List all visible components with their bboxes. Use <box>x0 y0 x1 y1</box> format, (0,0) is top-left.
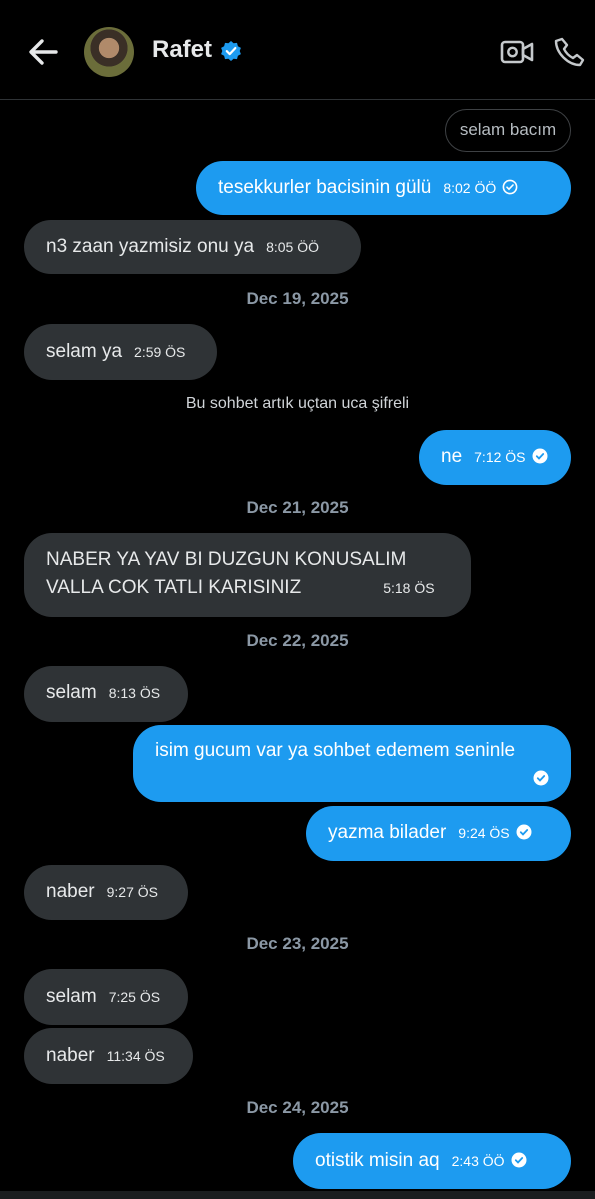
message-bubble-incoming[interactable]: selam 8:13 ÖS <box>24 666 188 722</box>
message-text: naber <box>46 1045 95 1066</box>
contact-name[interactable]: Rafet <box>152 36 212 64</box>
message-text-line: VALLA COK TATLI KARISINIZ <box>46 577 302 598</box>
message-text: selam <box>46 682 97 703</box>
date-separator: Dec 21, 2025 <box>246 498 349 517</box>
message-bubble-incoming[interactable]: selam 7:25 ÖS <box>24 969 188 1025</box>
read-check-icon <box>511 1152 527 1168</box>
message-time: 9:24 ÖS <box>458 825 510 841</box>
message-time: 8:05 ÖÖ <box>266 239 319 255</box>
message-bubble-outgoing[interactable]: isim gucum var ya sohbet edemem seninle <box>133 725 571 802</box>
message-text: naber <box>46 881 95 902</box>
date-separator: Dec 23, 2025 <box>246 934 349 953</box>
message-bubble-outgoing[interactable]: yazma bilader 9:24 ÖS <box>306 806 571 861</box>
message-text: yazma bilader <box>328 822 447 843</box>
sent-check-icon <box>502 179 518 195</box>
read-check-icon <box>533 770 549 786</box>
message-text: selam <box>46 986 97 1007</box>
message-bubble-incoming[interactable]: naber 11:34 ÖS <box>24 1028 193 1084</box>
message-text: tesekkurler bacisinin gülü <box>218 177 432 198</box>
read-check-icon <box>532 448 548 464</box>
date-separator: Dec 22, 2025 <box>246 631 349 650</box>
message-text: n3 zaan yazmisiz onu ya <box>46 236 255 257</box>
video-call-icon[interactable] <box>500 38 534 66</box>
message-time: 2:43 ÖÖ <box>451 1153 505 1169</box>
bottom-bar <box>0 1191 595 1199</box>
date-separator: Dec 24, 2025 <box>246 1098 349 1117</box>
message-bubble-incoming[interactable]: NABER YA YAV BI DUZGUN KONUSALIM VALLA C… <box>24 533 471 617</box>
message-bubble-incoming[interactable]: n3 zaan yazmisiz onu ya 8:05 ÖÖ <box>24 220 361 274</box>
message-text: isim gucum var ya sohbet edemem seninle <box>155 740 516 761</box>
message-time: 11:34 ÖS <box>106 1048 165 1064</box>
avatar[interactable] <box>84 27 134 77</box>
message-bubble-outgoing[interactable]: ne 7:12 ÖS <box>419 430 571 485</box>
message-time: 8:13 ÖS <box>108 685 161 701</box>
phone-icon[interactable] <box>554 36 586 68</box>
reply-preview-chip[interactable]: selam bacım <box>445 109 571 152</box>
arrow-left-icon[interactable] <box>26 36 60 68</box>
encryption-notice: Bu sohbet artık uçtan uca şifreli <box>185 395 410 412</box>
message-text: otistik misin aq <box>315 1150 440 1171</box>
message-text: selam ya <box>46 341 123 362</box>
message-bubble-incoming[interactable]: selam ya 2:59 ÖS <box>24 324 217 380</box>
message-bubble-outgoing[interactable]: otistik misin aq 2:43 ÖÖ <box>293 1133 571 1189</box>
verified-badge-icon <box>221 41 241 61</box>
read-check-icon <box>516 824 532 840</box>
chat-header: Rafet <box>0 0 595 100</box>
message-text: ne <box>441 446 463 467</box>
message-time: 8:02 ÖÖ <box>443 180 497 196</box>
message-time: 7:25 ÖS <box>108 989 161 1005</box>
message-time: 9:27 ÖS <box>106 884 158 900</box>
date-separator: Dec 19, 2025 <box>246 289 349 308</box>
message-time: 5:18 ÖS <box>383 580 435 596</box>
message-bubble-outgoing[interactable]: tesekkurler bacisinin gülü 8:02 ÖÖ <box>196 161 571 215</box>
message-bubble-incoming[interactable]: naber 9:27 ÖS <box>24 865 188 920</box>
message-time: 2:59 ÖS <box>134 344 186 360</box>
message-text-line: NABER YA YAV BI DUZGUN KONUSALIM <box>46 549 407 570</box>
message-time: 7:12 ÖS <box>474 449 526 465</box>
